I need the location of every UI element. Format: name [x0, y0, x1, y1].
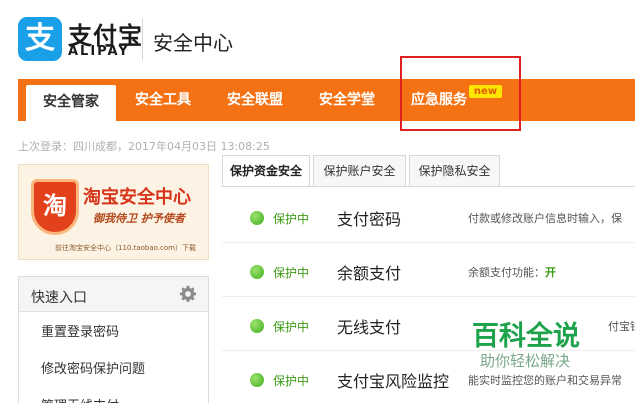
header: 支 支付宝 ALIPAY 安全中心 [0, 0, 635, 75]
shield-icon: 淘 [31, 179, 79, 235]
tab-account-security[interactable]: 保护账户安全 [313, 155, 406, 187]
security-row: 保护中 支付密码 付款或修改账户信息时输入，保 [222, 189, 635, 243]
security-row: 保护中 余额支付 余额支付功能：开 [222, 243, 635, 297]
balance-pay-state: 开 [545, 266, 556, 279]
status-text: 保护中 [273, 320, 310, 334]
nav-item-security-tools[interactable]: 安全工具 [135, 79, 191, 121]
nav-item-security-manager[interactable]: 安全管家 [26, 85, 116, 121]
quick-link-manage-wireless-pay[interactable]: 管理无线支付 [41, 395, 119, 403]
page-title: 安全中心 [153, 31, 233, 55]
feature-description: 付款或修改账户信息时输入，保 [468, 212, 622, 225]
gear-icon[interactable] [179, 285, 197, 303]
watermark-subtitle: 助你轻松解决 [480, 352, 571, 370]
baike-watermark: 百科全说 助你轻松解决 [462, 312, 598, 374]
highlight-box [400, 56, 521, 131]
main-nav: 安全管家 安全工具 安全联盟 安全学堂 应急服务 [18, 79, 635, 121]
watermark-title: 百科全说 [472, 321, 580, 352]
quick-entry-panel: 快速入口 重置登录密码 修改密码保护问题 管理无线支付 [18, 276, 209, 403]
feature-name: 余额支付 [337, 264, 402, 283]
status-dot-icon [250, 265, 264, 279]
logo-divider [142, 18, 143, 60]
status-dot-icon [250, 319, 264, 333]
tab-fund-security[interactable]: 保护资金安全 [222, 155, 310, 187]
feature-description: 能实时监控您的账户和交易异常 [468, 374, 622, 387]
status-dot-icon [250, 211, 264, 225]
feature-name: 支付密码 [337, 210, 402, 229]
tab-divider [222, 186, 635, 187]
banner-slogan: 御我侍卫 护予使者 [93, 212, 185, 225]
feature-name: 无线支付 [337, 318, 402, 337]
taobao-security-banner[interactable]: 淘 淘宝安全中心 御我侍卫 护予使者 前往淘宝安全中心（110.taobao.c… [18, 164, 209, 260]
quick-link-reset-login-password[interactable]: 重置登录密码 [41, 321, 119, 340]
status-text: 保护中 [273, 212, 310, 226]
banner-download-link[interactable]: 前往淘宝安全中心（110.taobao.com）下载 [55, 243, 196, 253]
quick-link-change-security-question[interactable]: 修改密码保护问题 [41, 358, 145, 377]
quick-entry-header: 快速入口 [19, 277, 208, 312]
status-text: 保护中 [273, 266, 310, 280]
logo-text-en[interactable]: ALIPAY [68, 44, 130, 59]
status-dot-icon [250, 373, 264, 387]
tab-privacy-security[interactable]: 保护隐私安全 [409, 155, 500, 187]
nav-item-security-school[interactable]: 安全学堂 [319, 79, 375, 121]
alipay-logo-icon[interactable]: 支 [18, 17, 62, 61]
last-login-info: 上次登录：四川成都，2017年04月03日 13:08:25 [18, 140, 270, 153]
feature-description: 余额支付功能：开 [468, 264, 556, 280]
feature-name: 支付宝风险监控 [337, 372, 450, 391]
nav-item-security-alliance[interactable]: 安全联盟 [227, 79, 283, 121]
quick-entry-title: 快速入口 [31, 290, 87, 306]
banner-title: 淘宝安全中心 [83, 187, 191, 208]
status-text: 保护中 [273, 374, 310, 388]
feature-description-label: 余额支付功能： [468, 266, 545, 279]
feature-description: 付宝钱 [608, 320, 635, 333]
